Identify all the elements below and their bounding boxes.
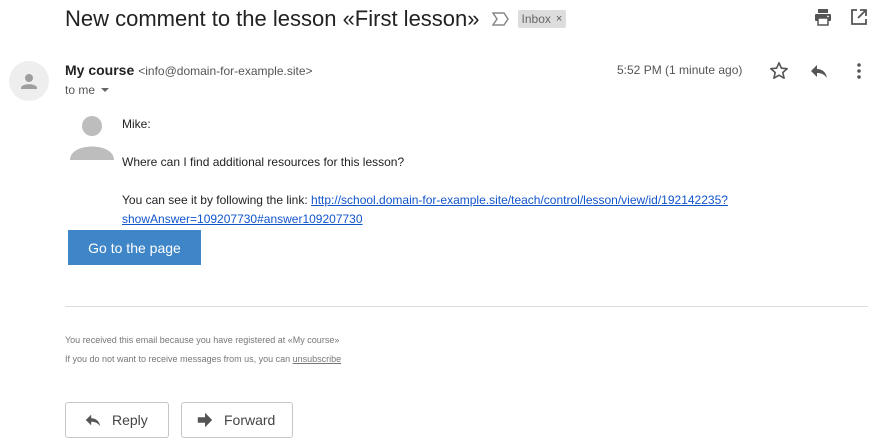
reply-icon[interactable] xyxy=(808,60,830,82)
top-actions xyxy=(814,8,868,26)
to-label: to me xyxy=(65,83,96,97)
forward-icon xyxy=(196,411,214,429)
sender-email: <info@domain-for-example.site> xyxy=(138,64,313,78)
star-icon[interactable] xyxy=(768,60,790,82)
print-icon[interactable] xyxy=(814,8,832,26)
lesson-link-part2[interactable]: showAnswer=109207730#answer109207730 xyxy=(122,212,363,226)
recipient-details-toggle[interactable]: to me xyxy=(65,83,110,97)
sender-line: My course <info@domain-for-example.site> xyxy=(65,62,313,78)
email-subject: New comment to the lesson «First lesson» xyxy=(65,6,480,31)
forward-button[interactable]: Forward xyxy=(181,402,293,438)
link-intro: You can see it by following the link: xyxy=(122,193,312,207)
inbox-label-text: Inbox xyxy=(521,12,551,26)
lesson-link-part1[interactable]: http://school.domain-for-example.site/te… xyxy=(311,193,728,207)
footer-registration-note: You received this email because you have… xyxy=(65,335,340,345)
comment-text: Where can I find additional resources fo… xyxy=(122,155,405,169)
commenter-avatar xyxy=(68,112,116,160)
sender-avatar[interactable] xyxy=(9,61,49,101)
important-marker-icon[interactable] xyxy=(491,12,510,26)
more-vertical-icon[interactable] xyxy=(848,60,870,82)
divider xyxy=(65,306,868,307)
go-to-page-button[interactable]: Go to the page xyxy=(68,230,201,265)
message-body: Mike: Where can I find additional resour… xyxy=(122,115,822,229)
forward-label: Forward xyxy=(224,412,276,428)
unsubscribe-link[interactable]: unsubscribe xyxy=(293,354,342,364)
reply-icon xyxy=(84,411,102,429)
link-paragraph: You can see it by following the link: ht… xyxy=(122,191,822,229)
email-timestamp: 5:52 PM (1 minute ago) xyxy=(617,63,743,77)
footer-unsubscribe-prefix: If you do not want to receive messages f… xyxy=(65,354,293,364)
sender-name[interactable]: My course xyxy=(65,62,134,78)
email-footer: You received this email because you have… xyxy=(65,331,341,369)
remove-label-icon[interactable]: × xyxy=(556,13,562,25)
comment-author: Mike: xyxy=(122,117,151,131)
inbox-label-chip[interactable]: Inbox × xyxy=(517,10,567,28)
reply-label: Reply xyxy=(112,412,148,428)
reply-button[interactable]: Reply xyxy=(65,402,169,438)
chevron-down-icon xyxy=(101,88,110,92)
footer-unsubscribe-note: If you do not want to receive messages f… xyxy=(65,350,341,369)
message-actions xyxy=(768,60,870,82)
subject-row: New comment to the lesson «First lesson»… xyxy=(65,4,567,34)
open-in-new-window-icon[interactable] xyxy=(850,8,868,26)
